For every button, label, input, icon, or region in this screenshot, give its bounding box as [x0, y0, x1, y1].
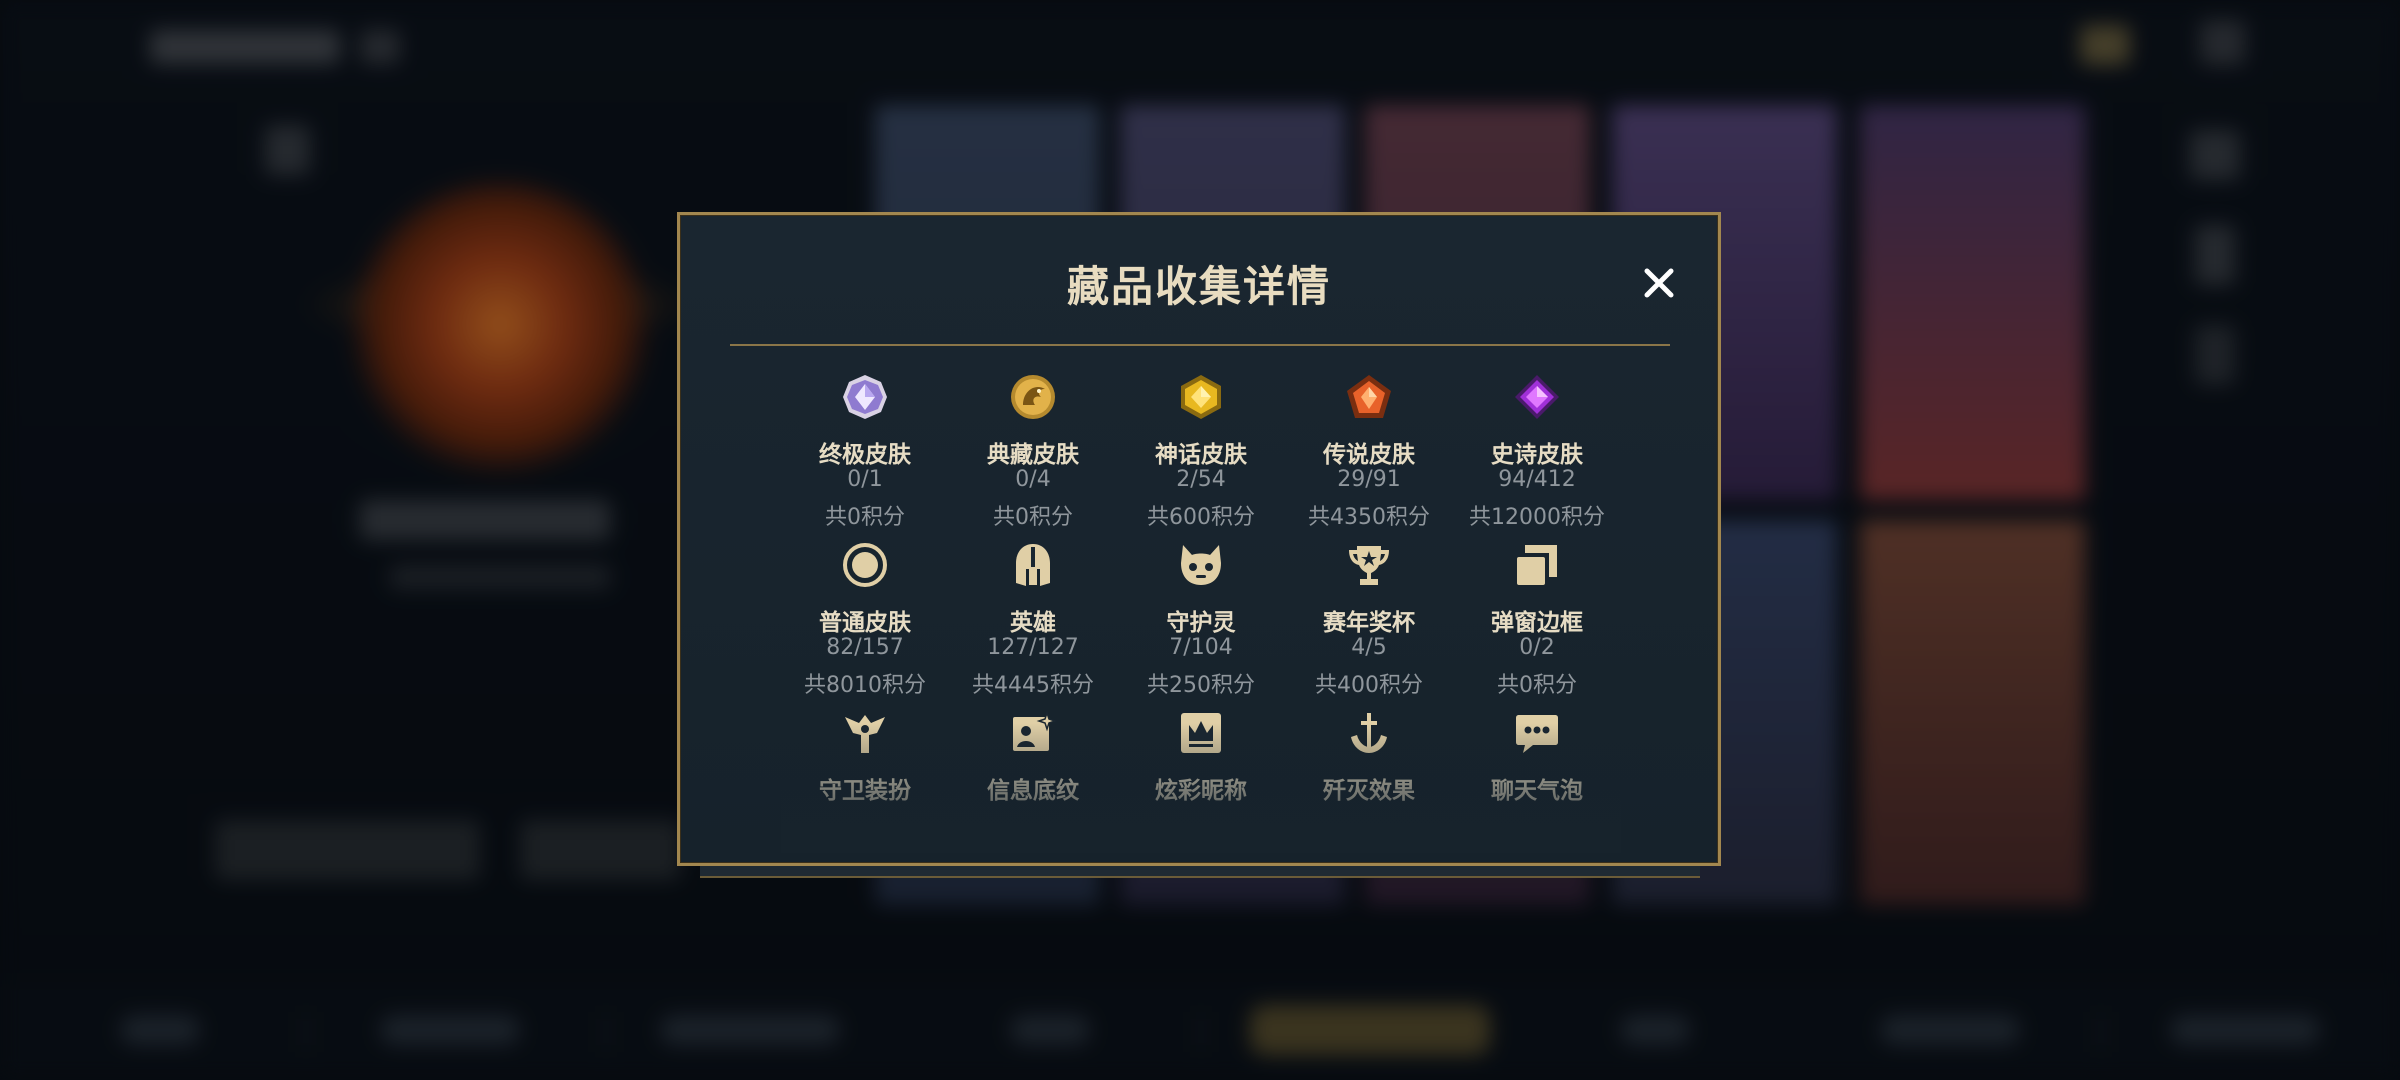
chat-bubble-icon — [1513, 709, 1561, 757]
category-champions[interactable]: 英雄 127/127 共4445积分 — [949, 541, 1117, 707]
dragon-emblem-icon — [1009, 373, 1057, 421]
mythic-gem-icon — [1177, 373, 1225, 421]
ward-icon — [841, 709, 889, 757]
category-exalted-skins[interactable]: 典藏皮肤 0/4 共0积分 — [949, 373, 1117, 539]
category-epic-skins[interactable]: 史诗皮肤 94/412 共12000积分 — [1453, 373, 1621, 539]
close-icon — [1644, 268, 1674, 298]
category-info-banners[interactable]: 信息底纹 — [949, 709, 1117, 853]
category-legendary-skins[interactable]: 传说皮肤 29/91 共4350积分 — [1285, 373, 1453, 539]
category-popup-frames[interactable]: 弹窗边框 0/2 共0积分 — [1453, 541, 1621, 707]
banner-card-icon — [1009, 709, 1057, 757]
category-ace-effects[interactable]: 歼灭效果 — [1285, 709, 1453, 853]
category-guardians[interactable]: 守护灵 7/104 共250积分 — [1117, 541, 1285, 707]
dialog-title: 藏品收集详情 — [1066, 262, 1331, 311]
collection-grid[interactable]: 终极皮肤 0/1 共0积分 典藏皮肤 0/4 共0积分 神话皮肤 2/54 共6… — [781, 373, 1621, 853]
ultimate-gem-icon — [841, 373, 889, 421]
category-colorful-nicknames[interactable]: 炫彩昵称 — [1117, 709, 1285, 853]
collection-details-dialog: 藏品收集详情 终极皮肤 0/1 共0积分 典藏皮肤 0/4 共0积分 神话皮肤 … — [677, 212, 1721, 866]
legendary-gem-icon — [1345, 373, 1393, 421]
stacked-frames-icon — [1513, 541, 1561, 589]
standard-circle-icon — [841, 541, 889, 589]
epic-gem-icon — [1513, 373, 1561, 421]
crown-nameplate-icon — [1177, 709, 1225, 757]
trophy-icon — [1345, 541, 1393, 589]
title-divider — [730, 344, 1670, 346]
anchor-sword-icon — [1345, 709, 1393, 757]
category-chat-bubbles[interactable]: 聊天气泡 — [1453, 709, 1621, 853]
guardian-creature-icon — [1177, 541, 1225, 589]
category-ultimate-skins[interactable]: 终极皮肤 0/1 共0积分 — [781, 373, 949, 539]
category-mythic-skins[interactable]: 神话皮肤 2/54 共600积分 — [1117, 373, 1285, 539]
category-standard-skins[interactable]: 普通皮肤 82/157 共8010积分 — [781, 541, 949, 707]
helmet-icon — [1009, 541, 1057, 589]
category-season-trophies[interactable]: 赛年奖杯 4/5 共400积分 — [1285, 541, 1453, 707]
close-button[interactable] — [1635, 259, 1683, 307]
category-ward-skins[interactable]: 守卫装扮 — [781, 709, 949, 853]
